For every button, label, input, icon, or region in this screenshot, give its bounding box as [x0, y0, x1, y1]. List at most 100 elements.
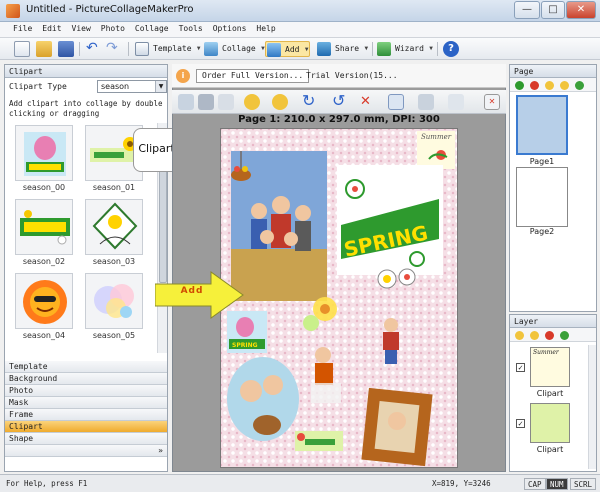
redo-icon[interactable]: ↷ [106, 41, 122, 57]
collage-button[interactable]: Collage ▼ [203, 41, 266, 57]
move-up-icon[interactable] [545, 81, 554, 90]
add-page-icon[interactable] [515, 81, 524, 90]
menu-collage[interactable]: Collage [130, 22, 174, 33]
undo-icon[interactable]: ↺ [332, 93, 348, 110]
open-folder-icon[interactable] [36, 41, 52, 57]
delete-icon[interactable]: ✕ [360, 94, 376, 110]
layer-scrollbar[interactable] [588, 345, 596, 469]
clipart-label: season_03 [92, 257, 136, 266]
clipart-thumb-season-05[interactable] [85, 273, 143, 329]
window-title: Untitled - PictureCollageMakerPro [26, 4, 194, 15]
layer-panel-tools [510, 328, 596, 342]
menu-file[interactable]: File [8, 22, 37, 33]
layer-down-icon[interactable] [530, 331, 539, 340]
undo-icon[interactable]: ↶ [86, 41, 102, 57]
share-icon [317, 42, 331, 56]
chevron-down-icon: ▼ [155, 81, 166, 92]
canvas-toolbar: ↻ ↺ ✕ ✕ [172, 90, 506, 114]
trial-bar: i Order Full Version... Trial Version(15… [172, 64, 506, 88]
add-arrow-label: Add [180, 286, 204, 296]
clipart-type-select[interactable]: season ▼ [97, 80, 167, 93]
title-bar: Untitled - PictureCollageMakerPro — □ ✕ [0, 0, 600, 22]
page-thumb-label: Page2 [529, 227, 555, 236]
menu-view[interactable]: View [67, 22, 96, 33]
crop-icon[interactable] [198, 94, 214, 110]
accordion-shape[interactable]: Shape [5, 433, 167, 445]
layer-summer-text: Summer [533, 349, 559, 356]
refresh-icon[interactable] [560, 331, 569, 340]
summer-text: Summer [421, 133, 452, 141]
refresh-icon[interactable] [575, 81, 584, 90]
menu-tools[interactable]: Tools [174, 22, 208, 33]
clipart-thumb-season-02[interactable] [15, 199, 73, 255]
redo-icon[interactable]: ↻ [302, 93, 318, 110]
clipart-type-label: Clipart Type [9, 82, 67, 91]
save-icon[interactable] [58, 41, 74, 57]
accordion-photo[interactable]: Photo [5, 385, 167, 397]
chevron-down-icon: ▼ [364, 45, 369, 52]
help-icon[interactable]: ? [443, 41, 459, 57]
collage-content: Summer SPRING SPRING [227, 131, 455, 467]
clipart-thumb-season-03[interactable] [85, 199, 143, 255]
close-canvas-icon[interactable]: ✕ [484, 94, 500, 110]
move-down-icon[interactable] [560, 81, 569, 90]
delete-layer-icon[interactable] [545, 331, 554, 340]
view-icon[interactable] [448, 94, 464, 110]
chevron-down-icon: ▼ [429, 45, 433, 52]
menu-options[interactable]: Options [208, 22, 252, 33]
add-button[interactable]: Add ▼ [265, 41, 311, 57]
page-info: Page 1: 210.0 x 297.0 mm, DPI: 300 [238, 114, 440, 125]
accordion-frame[interactable]: Frame [5, 409, 167, 421]
menu-edit[interactable]: Edit [37, 22, 66, 33]
menu-help[interactable]: Help [251, 22, 280, 33]
export-icon[interactable] [418, 94, 434, 110]
clipart-label: season_02 [22, 257, 66, 266]
clipart-label: season_00 [22, 183, 66, 192]
status-coordinates: X=819, Y=3246 [432, 479, 491, 488]
clipart-type-value: season [101, 82, 130, 91]
page-thumb-2[interactable] [516, 167, 568, 227]
order-full-version-button[interactable]: Order Full Version... [196, 69, 310, 83]
rotate-left-icon[interactable] [244, 94, 260, 110]
share-button[interactable]: Share ▼ [316, 41, 369, 57]
rotate-right-icon[interactable] [272, 94, 288, 110]
page-panel-title: Page [510, 65, 596, 78]
chevron-down-icon: ▼ [196, 45, 201, 52]
accordion-clipart[interactable]: Clipart [5, 421, 167, 433]
status-help: For Help, press F1 [6, 479, 88, 488]
info-icon: i [176, 69, 190, 83]
template-button[interactable]: Template ▼ [134, 41, 202, 57]
template-icon [135, 42, 149, 56]
maximize-button[interactable]: □ [541, 1, 565, 19]
select-icon[interactable] [178, 94, 194, 110]
layer-panel-title: Layer [510, 315, 596, 328]
layer-checkbox[interactable]: ✓ [516, 419, 525, 428]
accordion-background[interactable]: Background [5, 373, 167, 385]
layer-label: Clipart [536, 445, 564, 454]
layer-checkbox[interactable]: ✓ [516, 363, 525, 372]
layer-panel: Layer ✓ Summer Clipart ✓ Clipart [509, 314, 597, 472]
close-button[interactable]: ✕ [566, 1, 596, 19]
new-icon[interactable] [14, 41, 30, 57]
accordion-mask[interactable]: Mask [5, 397, 167, 409]
collage-icon [204, 42, 218, 56]
clipart-thumb-season-04[interactable] [15, 273, 73, 329]
delete-page-icon[interactable] [530, 81, 539, 90]
page-thumb-1[interactable] [516, 95, 568, 155]
app-icon [6, 4, 20, 18]
fit-page-icon[interactable] [388, 94, 404, 110]
layer-thumb-2[interactable] [530, 403, 570, 443]
clipart-thumb-season-00[interactable] [15, 125, 73, 181]
trial-text: Trial Version(15... [306, 71, 398, 80]
accordion-more-icon[interactable]: » [5, 445, 167, 457]
minimize-button[interactable]: — [514, 1, 540, 19]
wizard-button[interactable]: Wizard ▼ [376, 41, 434, 57]
status-scrl: SCRL [570, 478, 597, 490]
layer-thumb-1[interactable]: Summer [530, 347, 570, 387]
collage-page[interactable]: Summer SPRING SPRING [220, 128, 458, 468]
clipart-panel-title: Clipart [5, 65, 167, 78]
layer-up-icon[interactable] [515, 331, 524, 340]
bring-front-icon[interactable] [218, 94, 234, 110]
menu-photo[interactable]: Photo [96, 22, 130, 33]
accordion-template[interactable]: Template [5, 361, 167, 373]
